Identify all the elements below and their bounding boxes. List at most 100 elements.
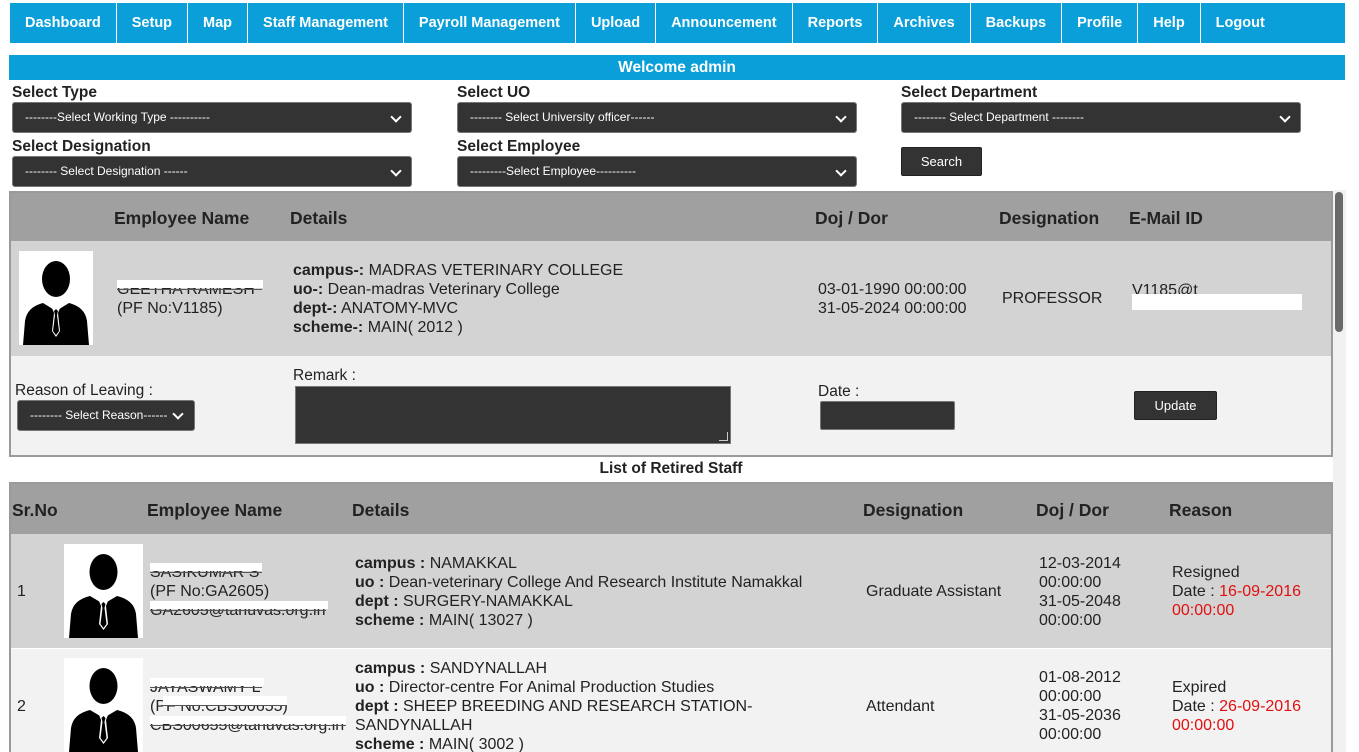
nav-staff-management[interactable]: Staff Management xyxy=(248,3,404,43)
header-reason: Reason xyxy=(1169,500,1233,520)
date-time: 00:00:00 xyxy=(1172,717,1235,734)
select-employee-value: ---------Select Employee---------- xyxy=(470,164,636,178)
header-details: Details xyxy=(352,500,410,520)
select-employee-dropdown[interactable]: ---------Select Employee---------- xyxy=(457,156,857,187)
detail-scheme: scheme : MAIN( 3002 ) xyxy=(355,735,524,752)
designation: Attendant xyxy=(866,698,935,715)
detail-campus: campus : SANDYNALLAH xyxy=(355,659,547,678)
select-designation-value: -------- Select Designation ------ xyxy=(25,164,188,178)
date-label: Date : xyxy=(1172,698,1215,715)
scheme-label: scheme : xyxy=(355,612,425,629)
uo-value: Director-centre For Animal Production St… xyxy=(388,679,715,696)
dept-value: SHEEP BREEDING AND RESEARCH STATION- xyxy=(403,698,753,715)
select-uo-label: Select UO xyxy=(457,84,531,101)
scroll-thumb[interactable] xyxy=(1335,192,1343,332)
detail-uo: uo : Dean-veterinary College And Researc… xyxy=(355,573,802,592)
nav-payroll-management[interactable]: Payroll Management xyxy=(404,3,576,43)
nav-logout[interactable]: Logout xyxy=(1201,3,1280,43)
campus-label: campus : xyxy=(355,555,426,572)
table-row: 2 JAYASWAMY L (PF No:CBS00655) CBS00655@… xyxy=(11,649,1331,752)
update-button[interactable]: Update xyxy=(1134,391,1217,420)
search-button[interactable]: Search xyxy=(901,147,982,176)
nav-help[interactable]: Help xyxy=(1138,3,1201,43)
nav-upload[interactable]: Upload xyxy=(576,3,657,43)
redaction-bar xyxy=(163,696,287,705)
dor-date: 31-05-2036 xyxy=(1039,707,1121,724)
select-designation-dropdown[interactable]: -------- Select Designation ------ xyxy=(12,156,412,187)
header-designation: Designation xyxy=(863,500,964,520)
doj-time: 00:00:00 xyxy=(1039,574,1102,591)
detail-dept: dept-: ANATOMY-MVC xyxy=(293,299,458,318)
welcome-banner: Welcome admin xyxy=(9,55,1345,80)
reason-dropdown[interactable]: -------- Select Reason------ xyxy=(17,400,195,431)
detail-dept: dept : SHEEP BREEDING AND RESEARCH STATI… xyxy=(355,697,752,716)
uo-label: uo : xyxy=(355,574,385,591)
table-row: 1 SASIKUMAR S (PF No:GA2605) GA2605@tanu… xyxy=(11,534,1331,648)
date-input[interactable] xyxy=(820,401,955,430)
chevron-down-icon xyxy=(835,165,847,177)
reason-value: -------- Select Reason------ xyxy=(30,408,168,422)
select-type-value: --------Select Working Type ---------- xyxy=(25,110,210,124)
avatar xyxy=(64,544,143,638)
select-designation-label: Select Designation xyxy=(12,138,151,155)
nav-reports[interactable]: Reports xyxy=(793,3,879,43)
select-department-label: Select Department xyxy=(901,84,1038,101)
redaction-bar xyxy=(150,563,262,571)
dept-value: SURGERY-NAMAKKAL xyxy=(403,593,573,610)
sr-no: 2 xyxy=(17,698,26,715)
reason: Expired xyxy=(1172,679,1227,696)
employee-table-header: Employee Name Details Doj / Dor Designat… xyxy=(11,193,1331,241)
date-label: Date : xyxy=(818,383,860,400)
campus-value: SANDYNALLAH xyxy=(429,660,548,677)
nav-setup[interactable]: Setup xyxy=(117,3,189,43)
date-value: 26-09-2016 xyxy=(1219,698,1301,715)
retired-list-title: List of Retired Staff xyxy=(599,460,743,477)
header-designation: Designation xyxy=(999,208,1100,228)
detail-campus: campus-: MADRAS VETERINARY COLLEGE xyxy=(293,261,623,280)
uo-label: uo : xyxy=(355,679,385,696)
nav-archives[interactable]: Archives xyxy=(878,3,971,43)
select-uo-dropdown[interactable]: -------- Select University officer------ xyxy=(457,102,857,133)
scrollbar[interactable] xyxy=(1333,190,1346,752)
remark-textarea[interactable] xyxy=(295,386,731,444)
nav-profile[interactable]: Profile xyxy=(1062,3,1139,43)
campus-value: NAMAKKAL xyxy=(429,555,517,572)
dor-time: 00:00:00 xyxy=(1039,726,1102,743)
header-employee-name: Employee Name xyxy=(147,500,283,520)
designation: PROFESSOR xyxy=(1002,290,1103,307)
employee-pf: (PF No:GA2605) xyxy=(150,583,270,600)
header-doj-dor: Doj / Dor xyxy=(1036,500,1109,520)
campus-label: campus-: xyxy=(293,262,365,279)
select-department-dropdown[interactable]: -------- Select Department -------- xyxy=(901,102,1301,133)
dept-continued: SANDYNALLAH xyxy=(355,717,473,734)
detail-scheme: scheme : MAIN( 13027 ) xyxy=(355,611,533,630)
reason-date: Date : 26-09-2016 xyxy=(1172,697,1301,716)
scheme-value: MAIN( 13027 ) xyxy=(428,612,533,629)
detail-uo: uo-: Dean-madras Veterinary College xyxy=(293,280,560,299)
header-employee-name: Employee Name xyxy=(114,208,250,228)
nav-map[interactable]: Map xyxy=(188,3,249,43)
chevron-down-icon xyxy=(172,408,184,420)
detail-dept: dept : SURGERY-NAMAKKAL xyxy=(355,592,573,611)
header-details: Details xyxy=(290,208,348,228)
select-type-dropdown[interactable]: --------Select Working Type ---------- xyxy=(12,102,412,133)
resize-grip-icon[interactable] xyxy=(719,432,728,441)
campus-value: MADRAS VETERINARY COLLEGE xyxy=(368,262,624,279)
reason: Resigned xyxy=(1172,564,1240,581)
retired-table-header: Sr.No Employee Name Details Designation … xyxy=(11,484,1331,534)
sr-no: 1 xyxy=(17,583,26,600)
dor: 31-05-2024 00:00:00 xyxy=(818,300,967,317)
nav-backups[interactable]: Backups xyxy=(971,3,1063,43)
uo-value: Dean-madras Veterinary College xyxy=(327,281,560,298)
nav-dashboard[interactable]: Dashboard xyxy=(10,3,117,43)
employee-table: Employee Name Details Doj / Dor Designat… xyxy=(9,191,1333,457)
detail-scheme: scheme-: MAIN( 2012 ) xyxy=(293,318,463,337)
chevron-down-icon xyxy=(835,111,847,123)
date-time: 00:00:00 xyxy=(1172,602,1235,619)
scheme-value: MAIN( 3002 ) xyxy=(428,736,524,752)
doj-time: 00:00:00 xyxy=(1039,688,1102,705)
nav-announcement[interactable]: Announcement xyxy=(656,3,793,43)
detail-uo: uo : Director-centre For Animal Producti… xyxy=(355,678,714,697)
date-value: 16-09-2016 xyxy=(1219,583,1301,600)
redaction-line xyxy=(117,289,262,290)
